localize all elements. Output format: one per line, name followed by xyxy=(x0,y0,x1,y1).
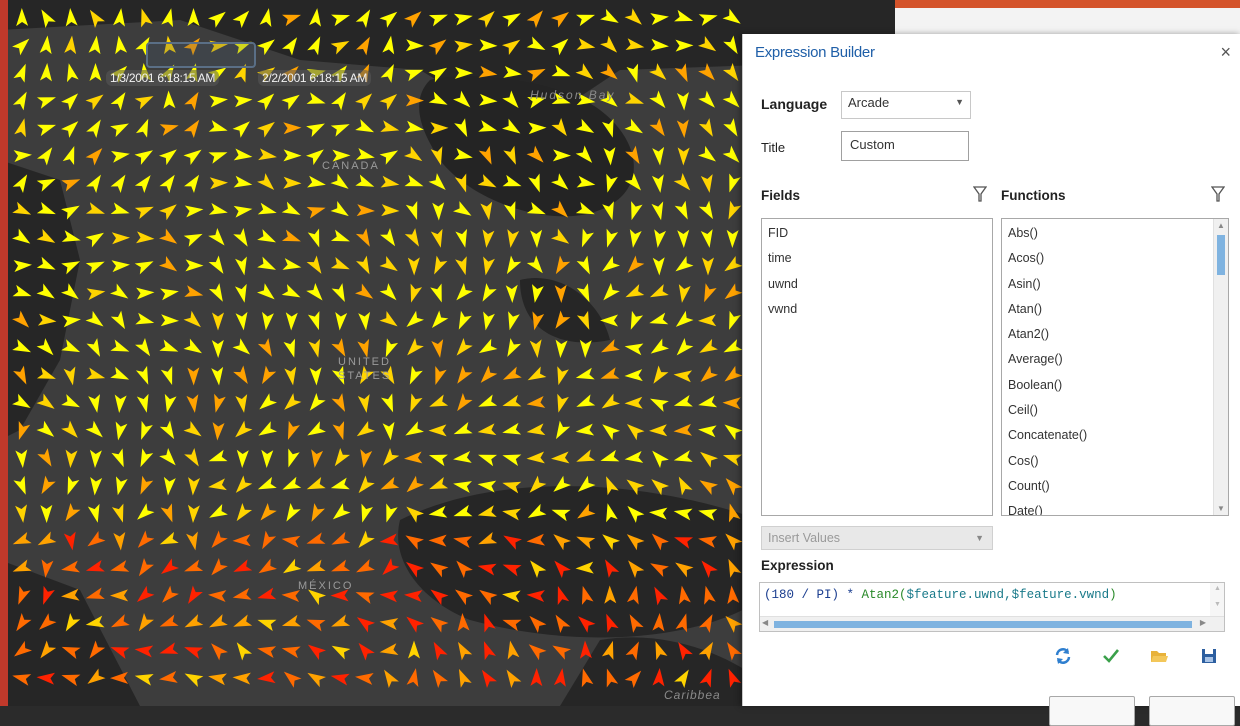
function-item[interactable]: Boolean() xyxy=(1002,373,1228,398)
function-item[interactable]: Atan2() xyxy=(1002,322,1228,347)
close-icon[interactable]: × xyxy=(1220,42,1231,63)
map-label-mexico: MÉXICO xyxy=(298,580,354,592)
insert-values-select[interactable]: Insert Values ▼ xyxy=(761,526,993,550)
expression-hscroll[interactable]: ◀ ▶ xyxy=(760,616,1224,631)
expression-editor[interactable]: (180 / PI) * Atan2($feature.uwnd,$featur… xyxy=(759,582,1225,632)
ribbon-strip xyxy=(895,0,1240,8)
expression-builder-dialog: Expression Builder × Language Arcade ▼ T… xyxy=(742,34,1240,726)
fields-filter-icon[interactable] xyxy=(973,186,987,202)
function-item[interactable]: Concatenate() xyxy=(1002,423,1228,448)
scroll-down-icon[interactable]: ▼ xyxy=(1217,504,1225,513)
verify-check-icon[interactable] xyxy=(1101,646,1121,666)
time-start-label: 1/3/2001 6:18:15 AM xyxy=(106,70,220,86)
function-item[interactable]: Cos() xyxy=(1002,449,1228,474)
expression-part-3: $feature.uwnd,$feature.vwnd xyxy=(906,588,1110,602)
function-item[interactable]: Acos() xyxy=(1002,246,1228,271)
map-label-hudson-bay: Hudson Bay xyxy=(530,88,616,102)
map-label-caribbean: Caribbea xyxy=(664,688,721,702)
language-select[interactable]: Arcade ▼ xyxy=(841,91,971,119)
language-value: Arcade xyxy=(848,95,890,110)
field-item[interactable]: vwnd xyxy=(762,297,992,322)
time-slider-thumb[interactable] xyxy=(146,42,256,68)
title-label: Title xyxy=(761,140,786,155)
cancel-button[interactable] xyxy=(1149,696,1235,726)
save-icon[interactable] xyxy=(1199,646,1219,666)
fields-label: Fields xyxy=(761,188,801,203)
functions-label: Functions xyxy=(1001,188,1066,203)
time-end-label: 2/2/2001 6:18:15 AM xyxy=(258,70,372,86)
folder-open-icon[interactable] xyxy=(1149,646,1169,666)
functions-filter-icon[interactable] xyxy=(1211,186,1225,202)
map-label-united-states: UNITED STATES xyxy=(338,356,392,382)
expression-part-4: ) xyxy=(1109,588,1117,602)
fields-list-items: FID time uwnd vwnd xyxy=(762,221,992,322)
function-item[interactable]: Count() xyxy=(1002,474,1228,499)
function-item[interactable]: Date() xyxy=(1002,499,1228,515)
dialog-title: Expression Builder xyxy=(755,44,875,61)
expression-part-1: (180 / PI) * xyxy=(764,588,862,602)
language-label: Language xyxy=(761,96,828,112)
functions-scrollbar[interactable]: ▲ ▼ xyxy=(1213,219,1228,515)
field-item[interactable]: uwnd xyxy=(762,272,992,297)
expression-label: Expression xyxy=(761,558,834,573)
function-item[interactable]: Average() xyxy=(1002,347,1228,372)
scrollbar-thumb[interactable] xyxy=(1217,235,1225,275)
scroll-up-icon[interactable]: ▲ xyxy=(1217,221,1225,230)
refresh-icon[interactable] xyxy=(1053,646,1073,666)
scroll-left-icon[interactable]: ◀ xyxy=(762,618,768,627)
expression-text: (180 / PI) * Atan2($feature.uwnd,$featur… xyxy=(764,588,1117,602)
functions-list-items: Abs() Acos() Asin() Atan() Atan2() Average() B… xyxy=(1002,221,1228,515)
function-item[interactable]: Ceil() xyxy=(1002,398,1228,423)
expression-vscroll[interactable]: ▲ ▼ xyxy=(1210,583,1224,619)
function-item[interactable]: Atan() xyxy=(1002,297,1228,322)
fields-list[interactable]: FID time uwnd vwnd xyxy=(761,218,993,516)
expression-part-2: Atan2( xyxy=(861,588,907,602)
map-label-canada: CANADA xyxy=(322,160,380,172)
scroll-right-icon[interactable]: ▶ xyxy=(1200,618,1206,627)
hscroll-thumb[interactable] xyxy=(774,621,1192,628)
apply-button[interactable] xyxy=(1049,696,1135,726)
field-item[interactable]: FID xyxy=(762,221,992,246)
title-input[interactable]: Custom xyxy=(841,131,969,161)
insert-values-label: Insert Values xyxy=(768,531,841,545)
field-item[interactable]: time xyxy=(762,246,992,271)
function-item[interactable]: Abs() xyxy=(1002,221,1228,246)
function-item[interactable]: Asin() xyxy=(1002,272,1228,297)
chevron-down-icon: ▼ xyxy=(955,97,964,107)
chevron-down-icon: ▼ xyxy=(975,533,984,543)
functions-list[interactable]: Abs() Acos() Asin() Atan() Atan2() Average() B… xyxy=(1001,218,1229,516)
